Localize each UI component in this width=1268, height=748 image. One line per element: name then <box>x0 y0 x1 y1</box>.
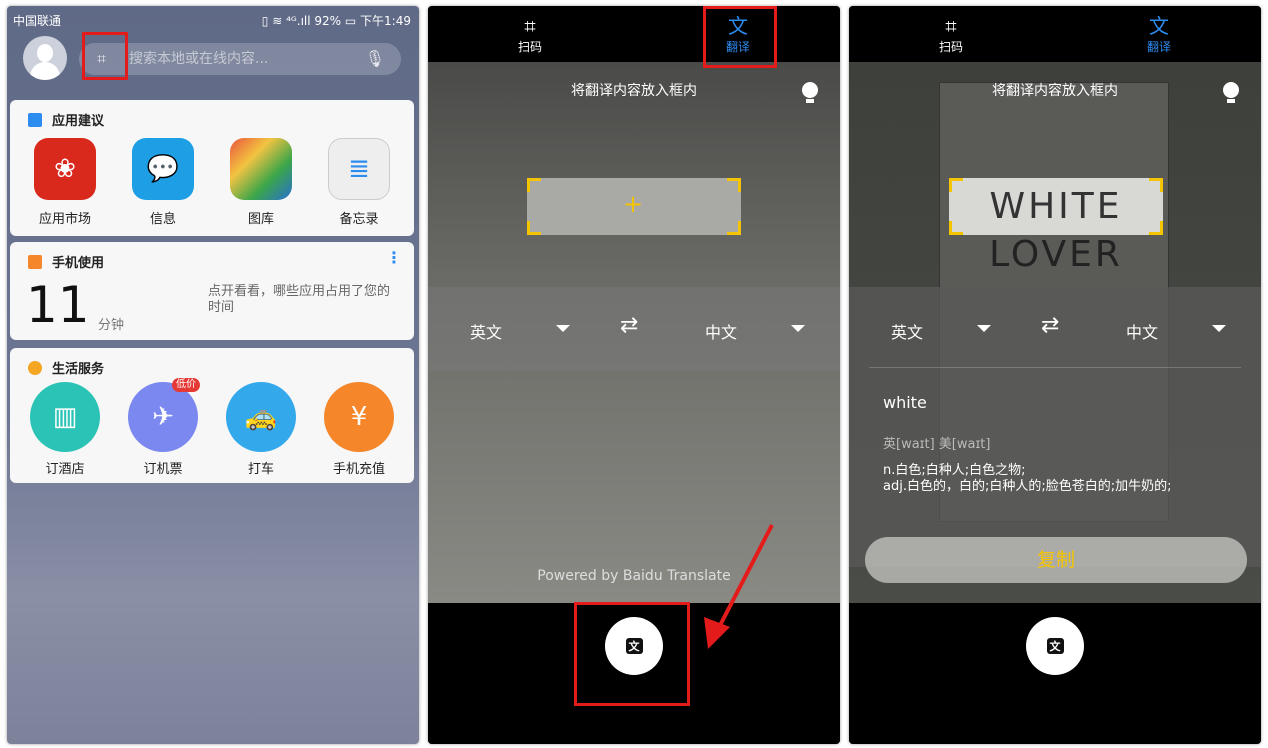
app-suggestions-card: 应用建议 ❀ 应用市场 💬 信息 图库 ≣ 备忘录 <box>10 100 414 236</box>
swap-icon[interactable]: ⇄ <box>620 315 638 337</box>
phone-usage-card[interactable]: 手机使用 ⋮ 11 分钟 点开看看，哪些应用占用了您的时间 <box>10 242 414 340</box>
captured-word: LOVER <box>989 234 1123 275</box>
carrier: 中国联通 <box>13 14 62 28</box>
app-notes[interactable]: ≣ 备忘录 <box>319 138 399 227</box>
chevron-down-icon[interactable] <box>977 325 991 332</box>
search-placeholder: 搜索本地或在线内容... <box>129 51 269 67</box>
phonetic: 英[waɪt] 美[waɪt] <box>883 437 991 452</box>
chevron-down-icon[interactable] <box>556 325 570 332</box>
scan-icon: ⌗ <box>524 14 536 38</box>
service-hotel[interactable]: ▥ 订酒店 <box>25 382 105 477</box>
service-topup[interactable]: ¥ 手机充值 <box>319 382 399 477</box>
yuan-icon: ¥ <box>324 382 394 452</box>
status-icons: ▯ ≋ ⁴ᴳ.ıll <box>261 14 311 28</box>
scan-icon: ⌗ <box>945 14 957 38</box>
crosshair-icon: + <box>623 190 644 218</box>
definition: adj.白色的，白的;白种人的;脸色苍白的;加牛奶的; <box>883 479 1172 494</box>
more-icon[interactable]: ⋮ <box>386 248 402 267</box>
translate-icon: 文 <box>1149 14 1169 38</box>
language-bar: 英文 ⇄ 中文 <box>428 287 840 371</box>
highlight-box <box>574 602 690 706</box>
translate-camera-panel: ⌗ 扫码 文翻译 将翻译内容放入框内 + 英文 ⇄ 中文 Powered by B… <box>428 6 840 744</box>
swap-icon[interactable]: ⇄ <box>1041 315 1059 337</box>
hint-text: 将翻译内容放入框内 <box>992 83 1118 99</box>
definition: n.白色;白种人;白色之物; <box>883 463 1026 478</box>
target-language[interactable]: 中文 <box>1126 319 1158 343</box>
service-flight[interactable]: ✈ 低价 订机票 <box>123 378 203 477</box>
highlight-box <box>703 6 777 68</box>
avatar[interactable] <box>23 36 67 80</box>
target-language[interactable]: 中文 <box>705 319 737 343</box>
hint-text: 将翻译内容放入框内 <box>571 83 697 99</box>
chevron-down-icon[interactable] <box>791 325 805 332</box>
usage-note: 点开看看，哪些应用占用了您的时间 <box>208 284 391 315</box>
app-messages[interactable]: 💬 信息 <box>123 138 203 227</box>
cup-icon <box>28 360 42 375</box>
card-title: 手机使用 <box>52 256 105 271</box>
airplane-icon: ✈ 低价 <box>128 378 200 452</box>
tab-scan[interactable]: ⌗ 扫码 <box>921 14 981 55</box>
translate-capture-button[interactable]: 文 <box>1026 617 1084 675</box>
flashlight-icon[interactable] <box>1223 82 1239 103</box>
battery: 92% <box>314 14 342 28</box>
flashlight-icon[interactable] <box>802 82 818 103</box>
tab-translate[interactable]: 文翻译 <box>1129 14 1189 55</box>
mode-tabs: ⌗ 扫码 文翻译 <box>849 6 1261 62</box>
translate-icon: 文 <box>1046 638 1064 654</box>
appmarket-icon: ❀ <box>34 138 96 200</box>
highlight-box <box>82 32 128 80</box>
card-title: 生活服务 <box>52 362 105 377</box>
crop-frame[interactable]: + <box>527 178 741 235</box>
captured-word: WHITE <box>989 186 1123 227</box>
life-services-card: 生活服务 ▥ 订酒店 ✈ 低价 订机票 🚕 打车 ¥ 手机充值 <box>10 348 414 483</box>
service-taxi[interactable]: 🚕 打车 <box>221 382 301 477</box>
hotel-icon: ▥ <box>30 382 100 452</box>
clock: 下午1:49 <box>360 14 411 28</box>
tab-scan[interactable]: ⌗ 扫码 <box>500 14 560 55</box>
powered-by: Powered by Baidu Translate <box>537 568 731 584</box>
bottom-bar: 文 <box>849 603 1261 744</box>
result-word: white <box>883 393 927 412</box>
arrow-annotation <box>704 524 774 649</box>
suggestion-icon <box>28 112 42 127</box>
usage-value: 11 <box>26 276 90 334</box>
gallery-icon <box>230 138 292 200</box>
source-language[interactable]: 英文 <box>891 319 923 343</box>
chevron-down-icon[interactable] <box>1212 325 1226 332</box>
home-screen-panel: 中国联通 ▯ ≋ ⁴ᴳ.ıll 92% ▭ 下午1:49 搜索本地或在线内容..… <box>7 6 419 744</box>
usage-unit: 分钟 <box>98 318 125 333</box>
app-appmarket[interactable]: ❀ 应用市场 <box>25 138 105 227</box>
mode-tabs: ⌗ 扫码 文翻译 <box>428 6 840 62</box>
microphone-icon[interactable]: 🎙 <box>365 43 385 75</box>
app-gallery[interactable]: 图库 <box>221 138 301 227</box>
taxi-icon: 🚕 <box>226 382 296 452</box>
translate-result-panel: ⌗ 扫码 文翻译 将翻译内容放入框内 WHITE LOVER 英文 ⇄ 中文 wh… <box>849 6 1261 744</box>
crop-frame[interactable]: WHITE <box>949 178 1163 235</box>
source-language[interactable]: 英文 <box>470 319 502 343</box>
messages-icon: 💬 <box>132 138 194 200</box>
notes-icon: ≣ <box>328 138 390 200</box>
status-bar: 中国联通 ▯ ≋ ⁴ᴳ.ıll 92% ▭ 下午1:49 <box>13 14 411 28</box>
badge: 低价 <box>172 378 200 392</box>
chart-icon <box>28 254 42 269</box>
copy-button[interactable]: 复制 <box>865 537 1247 583</box>
card-title: 应用建议 <box>52 114 105 129</box>
language-bar: 英文 ⇄ 中文 white 英[waɪt] 美[waɪt] n.白色;白种人;白… <box>849 287 1261 567</box>
definitions: n.白色;白种人;白色之物; adj.白色的，白的;白种人的;脸色苍白的;加牛奶… <box>883 463 1171 495</box>
